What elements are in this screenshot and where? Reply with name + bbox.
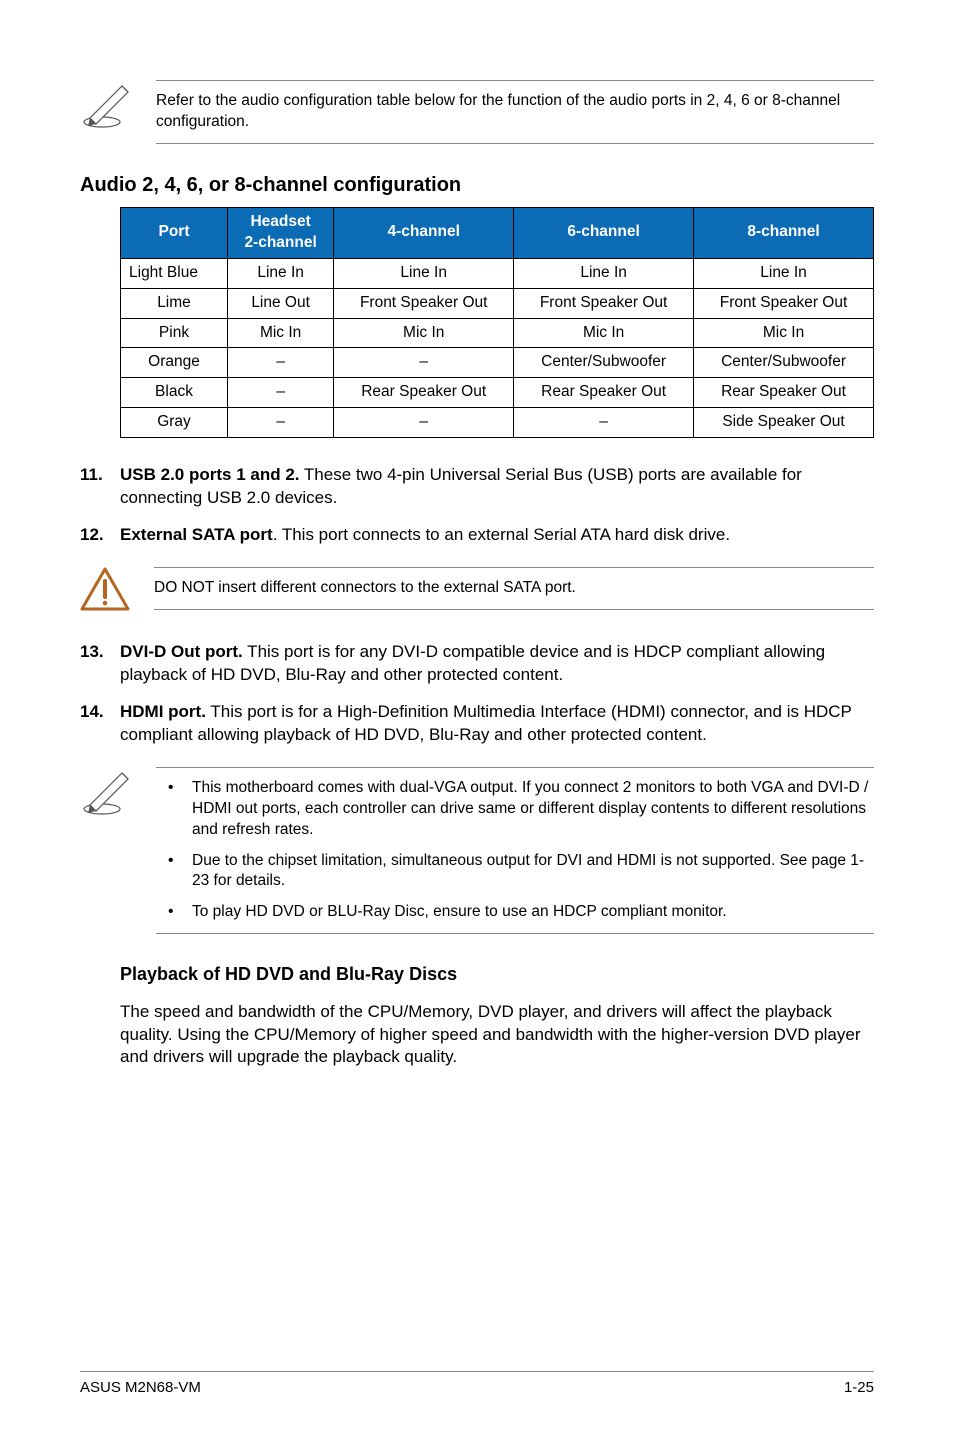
cell: Line In xyxy=(228,258,334,288)
note-text-content: Refer to the audio configuration table b… xyxy=(156,92,840,130)
col-8ch: 8-channel xyxy=(694,207,874,258)
cell: – xyxy=(334,348,514,378)
cell: Front Speaker Out xyxy=(694,288,874,318)
playback-body: The speed and bandwidth of the CPU/Memor… xyxy=(120,1001,874,1070)
item-number: 12. xyxy=(80,524,120,547)
cell: Line In xyxy=(694,258,874,288)
cell: Center/Subwoofer xyxy=(694,348,874,378)
audio-config-table: Port Headset 2-channel 4-channel 6-chann… xyxy=(120,207,874,438)
item-rest: . This port connects to an external Seri… xyxy=(273,525,730,544)
table-row: Gray – – – Side Speaker Out xyxy=(121,408,874,438)
col-6ch: 6-channel xyxy=(514,207,694,258)
warning-text: DO NOT insert different connectors to th… xyxy=(154,567,874,610)
item-number: 14. xyxy=(80,701,120,747)
list-item: 13. DVI-D Out port. This port is for any… xyxy=(80,641,874,687)
list-item: 11. USB 2.0 ports 1 and 2. These two 4-p… xyxy=(80,464,874,510)
note-block: Refer to the audio configuration table b… xyxy=(80,80,874,144)
audio-config-heading: Audio 2, 4, 6, or 8-channel configuratio… xyxy=(80,172,874,199)
cell: Mic In xyxy=(334,318,514,348)
item-rest: This port is for a High-Definition Multi… xyxy=(120,702,852,744)
note-text: Refer to the audio configuration table b… xyxy=(156,80,874,144)
item-number: 13. xyxy=(80,641,120,687)
cell: Center/Subwoofer xyxy=(514,348,694,378)
warning-text-content: DO NOT insert different connectors to th… xyxy=(154,579,576,596)
cell: Mic In xyxy=(228,318,334,348)
col-4ch: 4-channel xyxy=(334,207,514,258)
page-footer: ASUS M2N68-VM 1-25 xyxy=(80,1371,874,1398)
cell: Pink xyxy=(121,318,228,348)
item-lead: USB 2.0 ports 1 and 2. xyxy=(120,465,300,484)
feature-list-1: 11. USB 2.0 ports 1 and 2. These two 4-p… xyxy=(80,464,874,547)
cell: Front Speaker Out xyxy=(514,288,694,318)
table-row: Light Blue Line In Line In Line In Line … xyxy=(121,258,874,288)
footer-left: ASUS M2N68-VM xyxy=(80,1378,201,1398)
cell: Side Speaker Out xyxy=(694,408,874,438)
col-port: Port xyxy=(121,207,228,258)
list-item: 14. HDMI port. This port is for a High-D… xyxy=(80,701,874,747)
note-bullet: To play HD DVD or BLU-Ray Disc, ensure t… xyxy=(156,902,874,923)
list-item: 12. External SATA port. This port connec… xyxy=(80,524,874,547)
item-lead: DVI-D Out port. xyxy=(120,642,243,661)
pencil-icon xyxy=(80,80,132,130)
cell: Mic In xyxy=(694,318,874,348)
col-headset-l1: Headset xyxy=(250,213,310,230)
cell: Line In xyxy=(514,258,694,288)
cell: Rear Speaker Out xyxy=(694,378,874,408)
cell: Line In xyxy=(334,258,514,288)
cell: Front Speaker Out xyxy=(334,288,514,318)
cell: Mic In xyxy=(514,318,694,348)
item-body: HDMI port. This port is for a High-Defin… xyxy=(120,701,874,747)
note-block: This motherboard comes with dual-VGA out… xyxy=(80,767,874,935)
note-bullet-list: This motherboard comes with dual-VGA out… xyxy=(156,767,874,935)
cell: – xyxy=(228,378,334,408)
item-lead: External SATA port xyxy=(120,525,273,544)
item-lead: HDMI port. xyxy=(120,702,206,721)
table-row: Lime Line Out Front Speaker Out Front Sp… xyxy=(121,288,874,318)
item-body: USB 2.0 ports 1 and 2. These two 4-pin U… xyxy=(120,464,874,510)
cell: Black xyxy=(121,378,228,408)
cell: Orange xyxy=(121,348,228,378)
col-headset: Headset 2-channel xyxy=(228,207,334,258)
cell: – xyxy=(514,408,694,438)
col-headset-l2: 2-channel xyxy=(234,233,327,254)
warning-block: DO NOT insert different connectors to th… xyxy=(80,567,874,613)
cell: – xyxy=(228,408,334,438)
feature-list-2: 13. DVI-D Out port. This port is for any… xyxy=(80,641,874,747)
table-row: Orange – – Center/Subwoofer Center/Subwo… xyxy=(121,348,874,378)
item-number: 11. xyxy=(80,464,120,510)
cell: – xyxy=(334,408,514,438)
table-row: Black – Rear Speaker Out Rear Speaker Ou… xyxy=(121,378,874,408)
cell: Gray xyxy=(121,408,228,438)
note-bullet: This motherboard comes with dual-VGA out… xyxy=(156,778,874,841)
cell: Lime xyxy=(121,288,228,318)
footer-right: 1-25 xyxy=(844,1378,874,1398)
cell: Light Blue xyxy=(121,258,228,288)
cell: Rear Speaker Out xyxy=(514,378,694,408)
playback-heading: Playback of HD DVD and Blu-Ray Discs xyxy=(120,962,874,986)
cell: – xyxy=(228,348,334,378)
cell: Rear Speaker Out xyxy=(334,378,514,408)
item-body: External SATA port. This port connects t… xyxy=(120,524,874,547)
table-row: Pink Mic In Mic In Mic In Mic In xyxy=(121,318,874,348)
cell: Line Out xyxy=(228,288,334,318)
note-bullet: Due to the chipset limitation, simultane… xyxy=(156,851,874,893)
warning-icon xyxy=(80,567,130,613)
item-body: DVI-D Out port. This port is for any DVI… xyxy=(120,641,874,687)
pencil-icon xyxy=(80,767,132,817)
